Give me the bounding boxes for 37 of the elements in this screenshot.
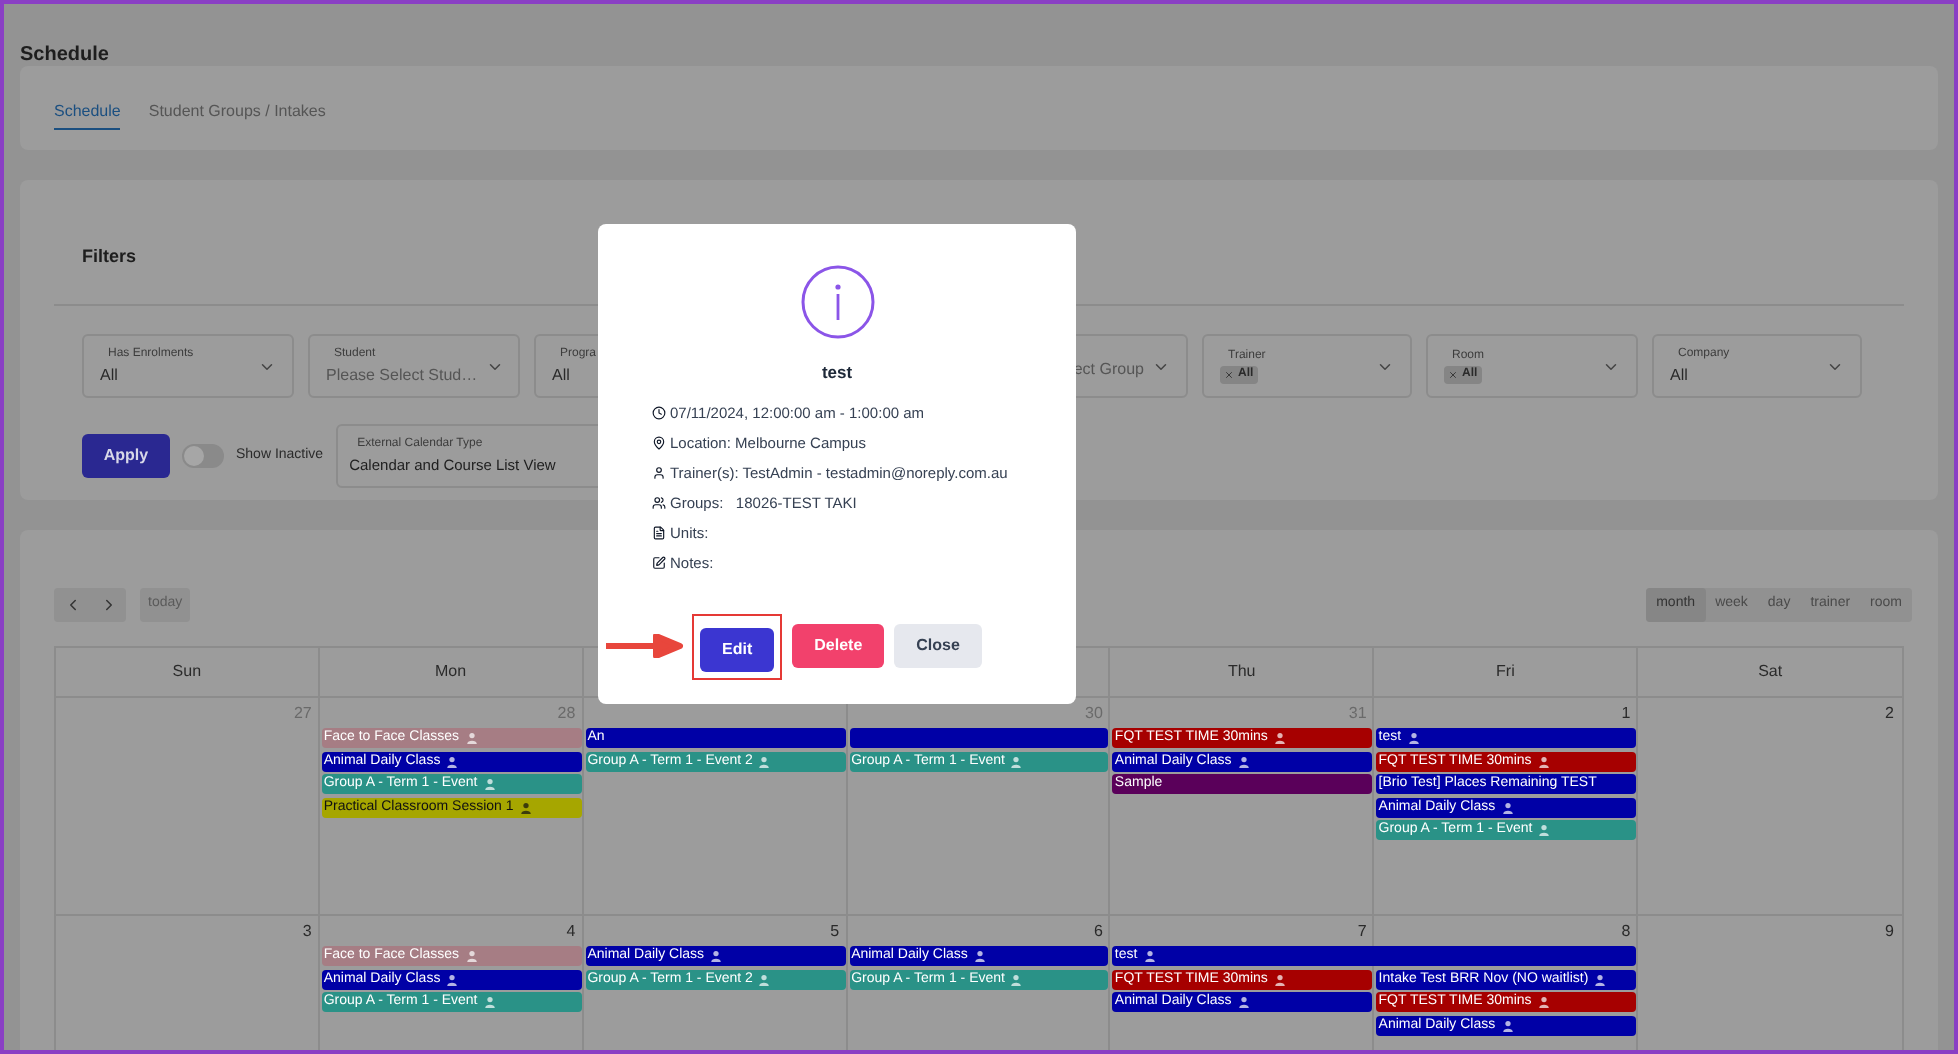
dialog-button[interactable]: Close (894, 624, 982, 669)
edit-icon (652, 555, 666, 570)
tab[interactable]: Schedule (54, 100, 121, 130)
select-placeholder: Please Select Stud… (326, 363, 478, 387)
pin-icon (652, 435, 666, 450)
day-number[interactable]: 7 (1357, 919, 1367, 943)
dialog-button[interactable]: Delete (792, 624, 885, 669)
dialog-button[interactable]: Edit (700, 627, 775, 672)
day-number[interactable]: 1 (1621, 701, 1631, 725)
weekday-header: Mon (434, 660, 467, 684)
dialog-title: test (821, 360, 853, 386)
tab[interactable]: Student Groups / Intakes (148, 100, 326, 130)
day-number[interactable]: 4 (566, 919, 576, 943)
select-value: All (100, 363, 120, 387)
info-icon (799, 264, 875, 340)
arrow-icon (604, 633, 685, 658)
weekday-header: Sat (1758, 660, 1783, 684)
weekday-header: Fri (1496, 660, 1515, 684)
filters-title: Filters (82, 246, 137, 266)
day-number[interactable]: 6 (1093, 919, 1103, 943)
calendar-event[interactable] (849, 728, 1109, 748)
day-number[interactable]: 3 (302, 919, 312, 943)
apply-button[interactable]: Apply (82, 434, 170, 478)
day-number[interactable]: 5 (830, 919, 840, 943)
day-number[interactable]: 2 (1885, 701, 1894, 725)
day-number[interactable]: 9 (1885, 919, 1894, 943)
weekday-header: Sun (172, 660, 202, 684)
people-icon (652, 495, 666, 510)
person-icon (652, 465, 666, 480)
document-icon (652, 525, 666, 540)
select-value: All (552, 363, 572, 387)
day-number[interactable]: 8 (1621, 919, 1631, 943)
page-title: Schedule (20, 44, 109, 66)
select-value: All (1670, 363, 1690, 387)
clock-icon (652, 405, 666, 420)
weekday-header: Thu (1227, 660, 1256, 684)
toggle-switch[interactable] (182, 444, 224, 468)
